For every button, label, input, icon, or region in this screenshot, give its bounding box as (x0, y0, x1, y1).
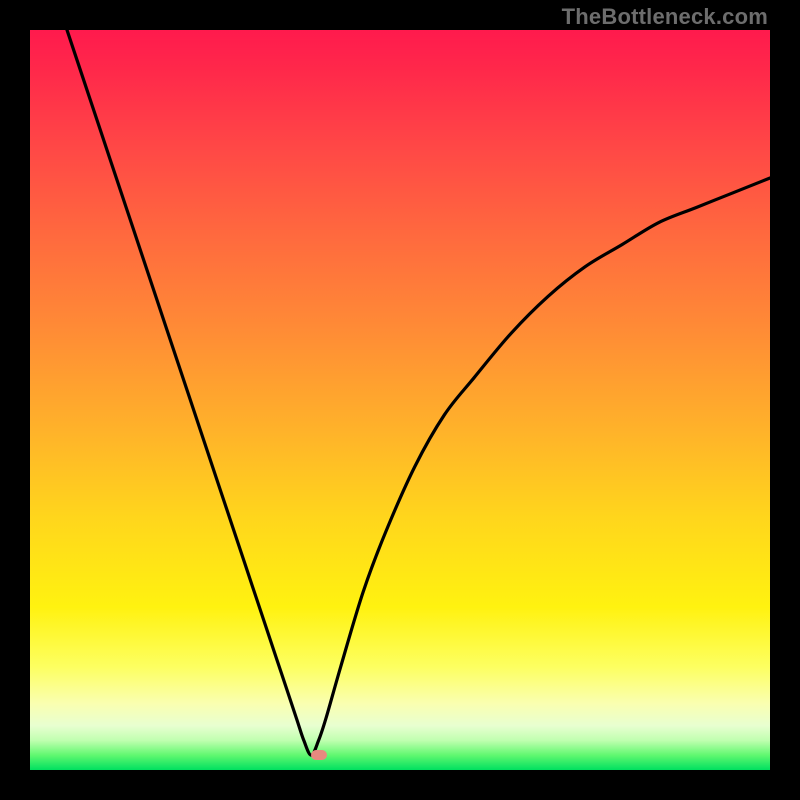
bottleneck-curve (30, 30, 770, 770)
plot-area (30, 30, 770, 770)
optimum-marker (311, 750, 327, 760)
chart-frame: TheBottleneck.com (0, 0, 800, 800)
watermark-text: TheBottleneck.com (562, 4, 768, 30)
